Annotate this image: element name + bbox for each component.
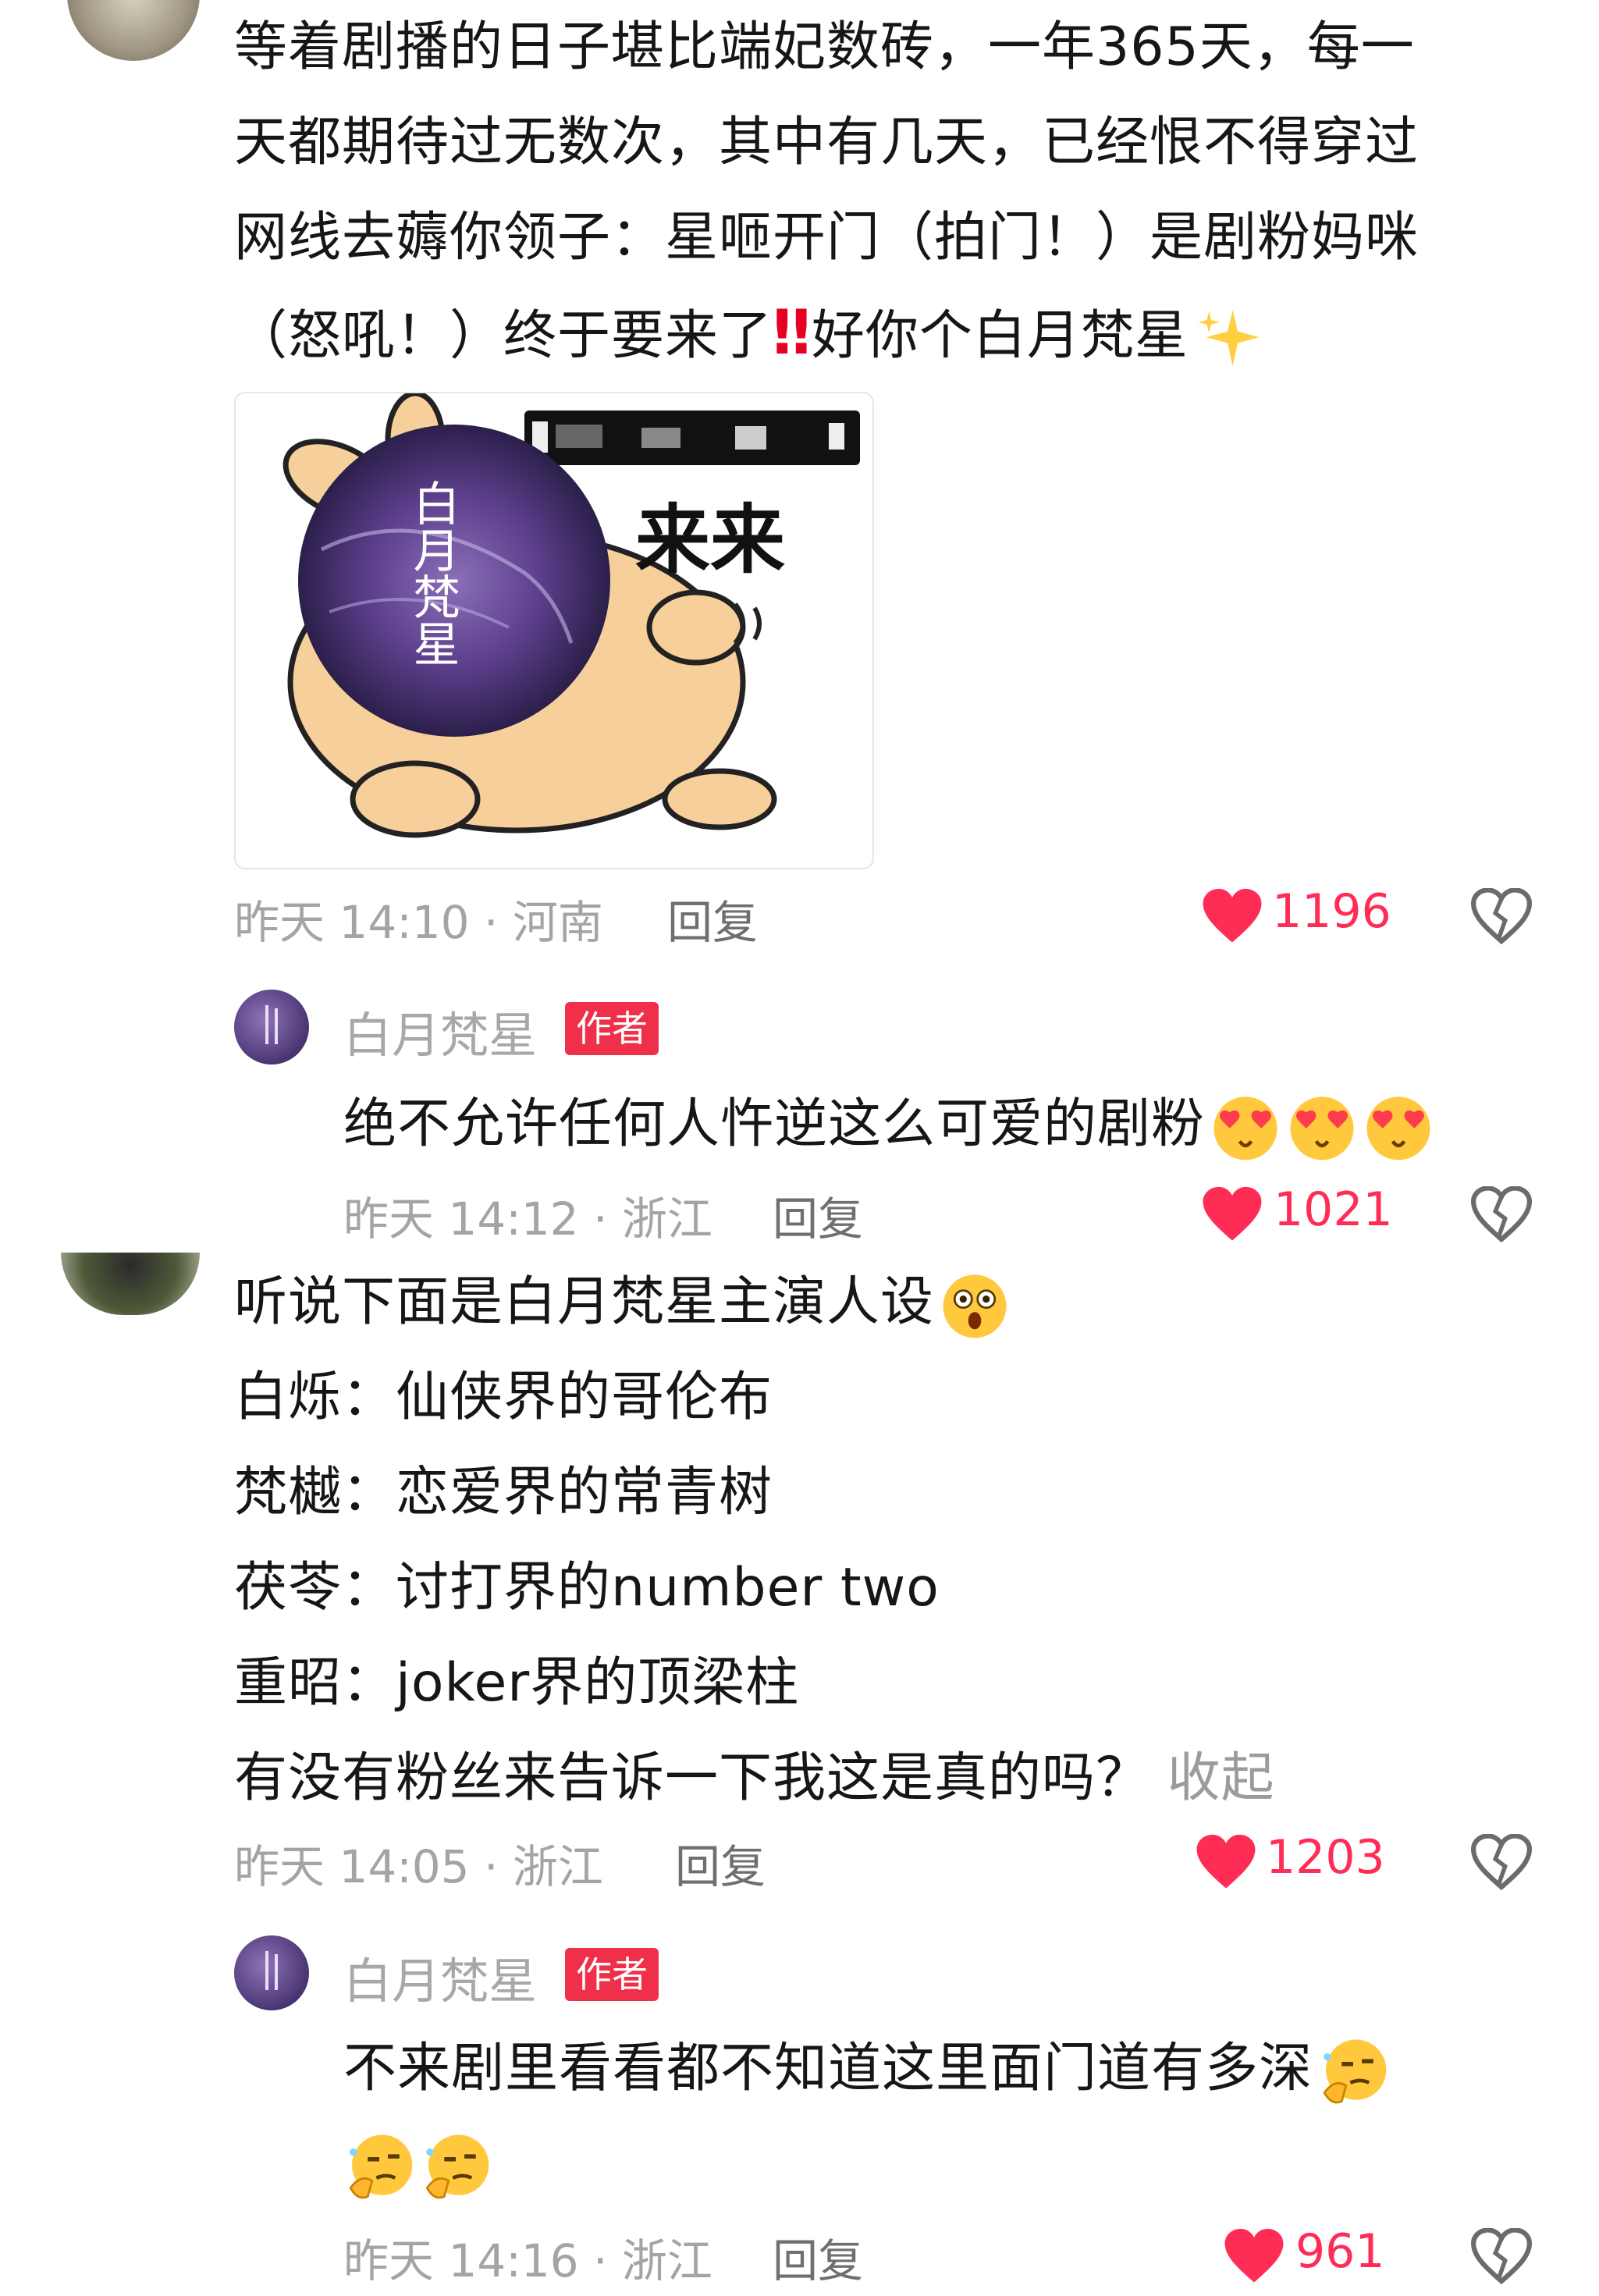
- smirk-thinking-emoji: [349, 2134, 413, 2199]
- reply-line: [343, 2117, 1576, 2212]
- reply-button[interactable]: 回复: [773, 1182, 863, 1248]
- comment-line: 等着剧播的日子堪比端妃数砖，一年365天，每一: [234, 16, 1415, 78]
- sticker-caption: 来来: [635, 496, 785, 584]
- reply-line: 不来剧里看看都不知道这里面门道有多深: [343, 2021, 1576, 2117]
- comment-line: 梵樾：恋爱界的常青树: [234, 1462, 773, 1523]
- sticker-drawing: [282, 393, 860, 838]
- reply-time-location: 昨天 14:12 · 浙江: [343, 1192, 712, 1246]
- comment-line: 网线去薅你领子：星咂开门（拍门！）是剧粉妈咪: [234, 207, 1420, 268]
- like-count: 1196: [1272, 884, 1391, 939]
- collapse-button[interactable]: 收起: [1167, 1747, 1275, 1809]
- reply-button[interactable]: 回复: [675, 1830, 766, 1896]
- smirk-thinking-emoji: [425, 2134, 489, 2199]
- like-count: 1021: [1274, 1182, 1393, 1237]
- reply-time-location: 昨天 14:16 · 浙江: [343, 2234, 712, 2287]
- broken-heart-icon[interactable]: [1471, 1834, 1532, 1890]
- heart-eyes-emoji: [1290, 1096, 1354, 1160]
- avatar-logo: [265, 1951, 278, 1990]
- comment-time-location: 昨天 14:10 · 河南: [234, 896, 603, 949]
- astonished-emoji: [943, 1274, 1007, 1338]
- sparkles-emoji: [1198, 310, 1260, 367]
- comment-time-location: 昨天 14:05 · 浙江: [234, 1840, 603, 1893]
- reply-button[interactable]: 回复: [667, 886, 758, 951]
- avatar-logo: [265, 1005, 278, 1044]
- comment-line: （怒吼！）终于要来了‼好你个白月梵星: [234, 286, 1561, 384]
- author-name[interactable]: 白月梵星: [343, 1942, 537, 2012]
- comment-body: 等着剧播的日子堪比端妃数砖，一年365天，每一 天都期待过无数次，其中有几天，已…: [234, 0, 1561, 384]
- author-name[interactable]: 白月梵星: [343, 996, 537, 1066]
- comment-line: 白烁：仙侠界的哥伦布: [234, 1367, 773, 1428]
- comment-line: 天都期待过无数次，其中有几天，已经恨不得穿过: [234, 112, 1420, 173]
- comment-line: 有没有粉丝来告诉一下我这是真的吗？ 收起: [234, 1747, 1275, 1809]
- heart-eyes-emoji: [1366, 1096, 1430, 1160]
- author-badge: 作者: [565, 1002, 659, 1055]
- sticker-circle-text: 白月梵星: [405, 479, 460, 666]
- comment-line: 听说下面是白月梵星主演人设: [234, 1255, 1561, 1350]
- comment-line: 茯苓：讨打界的number two: [234, 1557, 940, 1619]
- heart-eyes-emoji: [1213, 1096, 1277, 1160]
- comment-body: 听说下面是白月梵星主演人设 白烁：仙侠界的哥伦布 梵樾：恋爱界的常青树 茯苓：讨…: [234, 1255, 1561, 1826]
- comment-line: 重昭：joker界的顶梁柱: [234, 1652, 800, 1714]
- heart-icon[interactable]: [1202, 1186, 1263, 1242]
- heart-icon[interactable]: [1224, 2228, 1285, 2284]
- heart-icon[interactable]: [1196, 1834, 1256, 1890]
- like-count: 961: [1295, 2224, 1385, 2279]
- commenter-avatar[interactable]: [61, 1253, 200, 1315]
- broken-heart-icon[interactable]: [1471, 2228, 1532, 2284]
- reply-body: 绝不允许任何人忤逆这么可爱的剧粉: [343, 1077, 1561, 1172]
- like-count: 1203: [1266, 1830, 1385, 1885]
- sticker-image[interactable]: 白月梵星 来来: [234, 392, 874, 869]
- broken-heart-icon[interactable]: [1471, 1186, 1532, 1242]
- author-avatar[interactable]: [234, 1935, 309, 2010]
- heart-icon[interactable]: [1202, 888, 1263, 944]
- double-exclamation-emoji: ‼: [773, 298, 812, 368]
- reply-body: 不来剧里看看都不知道这里面门道有多深: [343, 2021, 1576, 2212]
- smirk-thinking-emoji: [1323, 2039, 1387, 2104]
- author-avatar[interactable]: [234, 990, 309, 1064]
- broken-heart-icon[interactable]: [1471, 888, 1532, 944]
- commenter-avatar[interactable]: [67, 0, 200, 61]
- author-badge: 作者: [565, 1948, 659, 2001]
- reply-button[interactable]: 回复: [773, 2224, 863, 2290]
